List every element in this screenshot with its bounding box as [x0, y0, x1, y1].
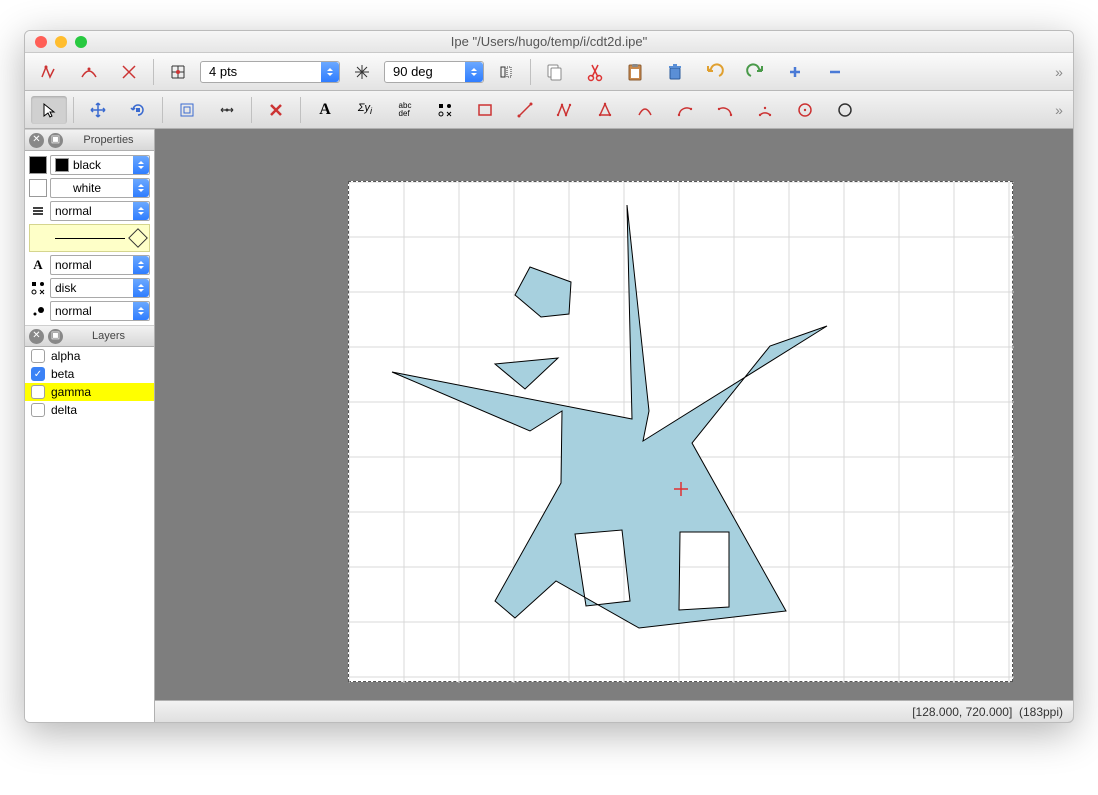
circle-tool[interactable] — [827, 96, 863, 124]
fill-color-value: white — [73, 181, 101, 195]
snap-vertex-button[interactable] — [31, 58, 67, 86]
text-size-value: normal — [55, 258, 92, 272]
layers-panel-header: ✕ ▣ Layers — [25, 325, 154, 347]
layer-checkbox[interactable] — [31, 349, 45, 363]
zoom-in-button[interactable] — [777, 58, 813, 86]
polygon-tool[interactable] — [587, 96, 623, 124]
pen-preview[interactable] — [29, 224, 150, 252]
layers-undock-icon[interactable]: ▣ — [48, 329, 63, 344]
properties-panel-header: ✕ ▣ Properties — [25, 129, 154, 151]
mark-shape-icon — [29, 281, 47, 295]
toolbar-overflow-icon[interactable]: » — [1051, 64, 1067, 80]
layer-checkbox[interactable] — [31, 403, 45, 417]
math-tool[interactable]: Σyi — [347, 96, 383, 124]
delete-button[interactable] — [657, 58, 693, 86]
circle-center-tool[interactable] — [787, 96, 823, 124]
stroke-abs-swatch[interactable] — [29, 156, 47, 174]
stroke-color-value: black — [73, 158, 101, 172]
properties-close-icon[interactable]: ✕ — [29, 133, 44, 148]
layer-row-delta[interactable]: delta — [25, 401, 154, 419]
rectangle-tool[interactable] — [467, 96, 503, 124]
text-tool[interactable]: A — [307, 96, 343, 124]
properties-title: Properties — [67, 134, 150, 146]
layer-checkbox[interactable] — [31, 367, 45, 381]
rotate-tool[interactable] — [120, 96, 156, 124]
properties-panel: black white normal — [25, 151, 154, 325]
fill-abs-swatch[interactable] — [29, 179, 47, 197]
statusbar: [128.000, 720.000] (183ppi) — [155, 700, 1073, 722]
spline-tool[interactable] — [627, 96, 663, 124]
sidebar: ✕ ▣ Properties black white — [25, 129, 155, 722]
page — [348, 181, 1013, 682]
stretch-tool[interactable] — [209, 96, 245, 124]
redo-button[interactable] — [737, 58, 773, 86]
pen-preview-line — [55, 238, 125, 239]
mark-size-icon — [29, 304, 47, 318]
cut-button[interactable] — [577, 58, 613, 86]
pen-icon — [29, 204, 47, 218]
toolbar-tools: A Σyi abcdef » — [25, 91, 1073, 129]
arrow-shape-icon — [128, 228, 148, 248]
layer-name: alpha — [51, 349, 80, 363]
mark-shape-value: disk — [55, 281, 76, 295]
pen-width-select[interactable]: normal — [50, 201, 150, 221]
line-tool[interactable] — [507, 96, 543, 124]
arc3-tool[interactable] — [747, 96, 783, 124]
titlebar: Ipe "/Users/hugo/temp/i/cdt2d.ipe" — [25, 31, 1073, 53]
app-window: Ipe "/Users/hugo/temp/i/cdt2d.ipe" 4 pts… — [24, 30, 1074, 723]
drawing-shape — [392, 205, 827, 628]
toolbar-snap: 4 pts 90 deg » — [25, 53, 1073, 91]
mark-shape-select[interactable]: disk — [50, 278, 150, 298]
stroke-color-select[interactable]: black — [50, 155, 150, 175]
layer-name: gamma — [51, 385, 91, 399]
paste-button[interactable] — [617, 58, 653, 86]
snap-angle-button[interactable] — [344, 58, 380, 86]
close-window-button[interactable] — [35, 36, 47, 48]
copy-button[interactable] — [537, 58, 573, 86]
toolbar2-overflow-icon[interactable]: » — [1051, 102, 1067, 118]
properties-undock-icon[interactable]: ▣ — [48, 133, 63, 148]
snap-auto-button[interactable] — [488, 58, 524, 86]
mark-size-value: normal — [55, 304, 92, 318]
undo-button[interactable] — [697, 58, 733, 86]
layer-name: beta — [51, 367, 74, 381]
move-tool[interactable] — [80, 96, 116, 124]
layer-checkbox[interactable] — [31, 385, 45, 399]
snap-grid-button[interactable] — [160, 58, 196, 86]
snap-angle-value: 90 deg — [393, 64, 433, 79]
layer-row-alpha[interactable]: alpha — [25, 347, 154, 365]
stroke-swatch-icon — [55, 158, 69, 172]
snap-angle-select[interactable]: 90 deg — [384, 61, 484, 83]
snap-control-button[interactable] — [71, 58, 107, 86]
fill-color-select[interactable]: white — [50, 178, 150, 198]
layers-title: Layers — [67, 330, 150, 342]
text-size-select[interactable]: normal — [50, 255, 150, 275]
mark-tool[interactable] — [427, 96, 463, 124]
mark-size-select[interactable]: normal — [50, 301, 150, 321]
text-size-icon: A — [29, 257, 47, 273]
layers-close-icon[interactable]: ✕ — [29, 329, 44, 344]
grid-size-select[interactable]: 4 pts — [200, 61, 340, 83]
snap-intersection-button[interactable] — [111, 58, 147, 86]
layer-row-gamma[interactable]: gamma — [25, 383, 154, 401]
grid-size-value: 4 pts — [209, 64, 237, 79]
paragraph-tool[interactable]: abcdef — [387, 96, 423, 124]
polyline-tool[interactable] — [547, 96, 583, 124]
scale-tool[interactable] — [169, 96, 205, 124]
dpi-label: (183ppi) — [1019, 705, 1063, 719]
layer-name: delta — [51, 403, 77, 417]
zoom-window-button[interactable] — [75, 36, 87, 48]
layer-row-beta[interactable]: beta — [25, 365, 154, 383]
pen-width-value: normal — [55, 204, 92, 218]
minimize-window-button[interactable] — [55, 36, 67, 48]
cursor-coords: [128.000, 720.000] — [912, 705, 1012, 719]
layers-panel: alpha beta gamma delta — [25, 347, 154, 722]
window-title: Ipe "/Users/hugo/temp/i/cdt2d.ipe" — [25, 34, 1073, 49]
erase-tool[interactable] — [258, 96, 294, 124]
zoom-out-button[interactable] — [817, 58, 853, 86]
arc2-tool[interactable] — [707, 96, 743, 124]
select-tool[interactable] — [31, 96, 67, 124]
canvas[interactable]: [128.000, 720.000] (183ppi) — [155, 129, 1073, 722]
arc1-tool[interactable] — [667, 96, 703, 124]
